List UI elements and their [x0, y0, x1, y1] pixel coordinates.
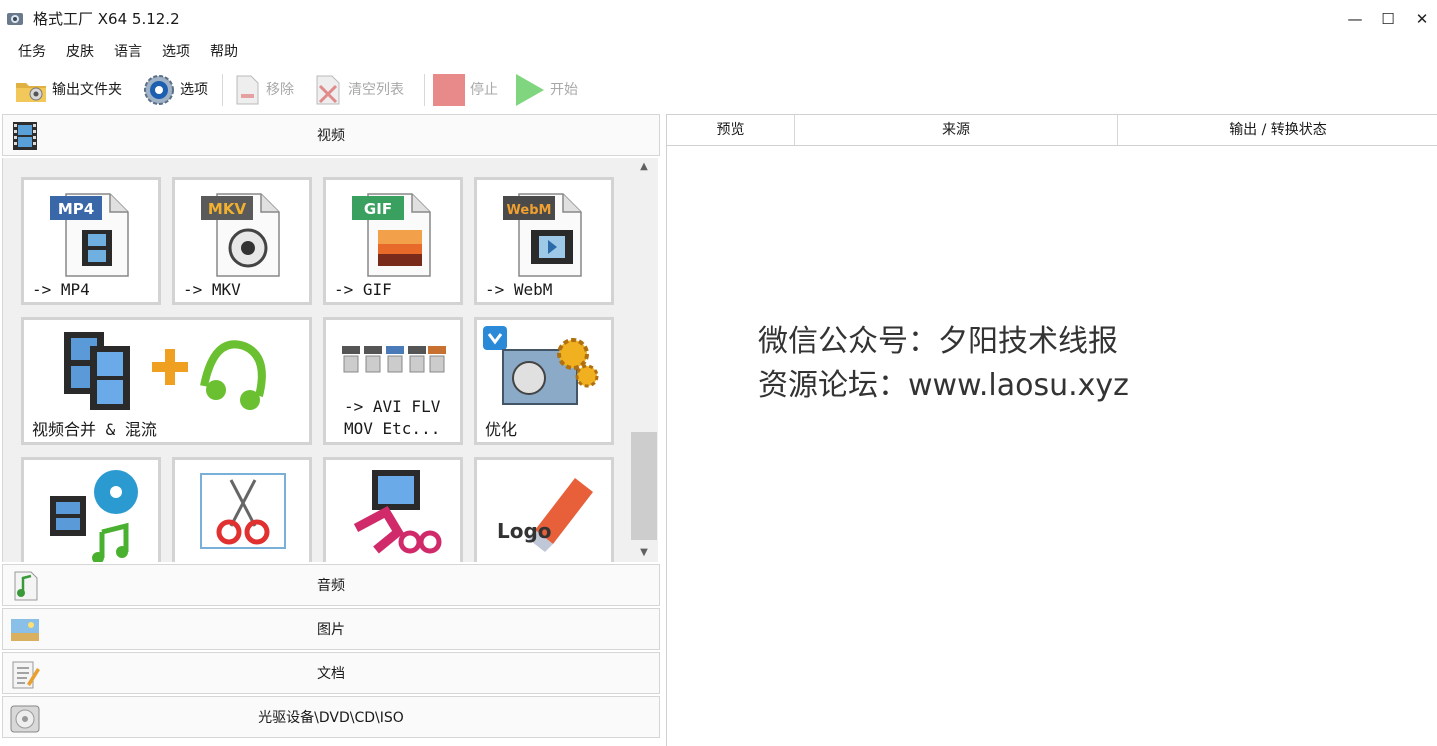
scissors-crop-icon [200, 473, 286, 549]
close-button[interactable]: ✕ [1407, 8, 1437, 30]
category-disc[interactable]: 光驱设备\DVD\CD\ISO [2, 696, 660, 738]
tile-remove-logo[interactable]: Logo [474, 457, 614, 562]
toolbar: 输出文件夹 选项 移除 清空列表 停止 开始 [0, 70, 660, 110]
gif-badge: GIF [364, 200, 392, 218]
tile-to-mp4-label: -> MP4 [32, 280, 90, 299]
category-image[interactable]: 图片 [2, 608, 660, 650]
eraser-logo-icon: Logo [497, 478, 593, 552]
scroll-thumb[interactable] [631, 432, 657, 540]
column-source[interactable]: 来源 [795, 115, 1118, 145]
logo-text: Logo [497, 519, 552, 543]
tile-to-other-formats[interactable]: -> AVI FLV MOV Etc... [323, 317, 463, 445]
stop-label: 停止 [470, 82, 498, 98]
webm-badge: WebM [507, 203, 552, 218]
webm-file-icon: WebM [503, 193, 582, 277]
gear-icon [144, 75, 174, 105]
category-image-label: 图片 [317, 622, 345, 638]
tile-to-mp4[interactable]: MP4 -> MP4 [21, 177, 161, 305]
menu-task[interactable]: 任务 [18, 40, 46, 64]
window-title: 格式工厂 X64 5.12.2 [33, 10, 180, 28]
clear-list-label: 清空列表 [348, 82, 404, 98]
scroll-up-arrow-icon[interactable]: ▲ [630, 158, 658, 176]
tile-to-webm[interactable]: WebM -> WebM [474, 177, 614, 305]
column-preview[interactable]: 预览 [667, 115, 795, 145]
category-audio[interactable]: 音频 [2, 564, 660, 606]
category-panel: 视频 MP4 -> MP4 MKV -> MKV GIF -> GIF WebM… [0, 114, 662, 746]
mp4-file-icon: MP4 [50, 193, 129, 277]
play-icon [516, 74, 544, 106]
task-list-panel: 预览 来源 输出 / 转换状态 微信公众号：夕阳技术线报 资源论坛：www.la… [666, 114, 1437, 746]
tile-video-merge-mux-label: 视频合并 & 混流 [32, 420, 157, 439]
remove-label: 移除 [266, 82, 294, 98]
stop-button[interactable]: 停止 [432, 72, 498, 108]
folder-icon [16, 83, 46, 102]
tile-to-mkv[interactable]: MKV -> MKV [172, 177, 312, 305]
menu-help[interactable]: 帮助 [210, 40, 238, 64]
start-button[interactable]: 开始 [514, 72, 578, 108]
options-label: 选项 [180, 82, 208, 98]
task-list-header: 预览 来源 输出 / 转换状态 [667, 114, 1437, 146]
tile-video-merge-mux[interactable]: 视频合并 & 混流 [21, 317, 312, 445]
film-reel-music-icon [50, 470, 138, 562]
watermark-line-1: 微信公众号：夕阳技术线报 [758, 324, 1118, 359]
tile-video-audio-split[interactable] [21, 457, 161, 562]
app-icon [7, 13, 23, 25]
category-document[interactable]: 文档 [2, 652, 660, 694]
maximize-button[interactable]: ☐ [1373, 8, 1403, 30]
mkv-file-icon: MKV [201, 193, 280, 277]
clear-list-button[interactable]: 清空列表 [312, 72, 404, 108]
stop-icon [433, 74, 465, 106]
category-document-label: 文档 [317, 666, 345, 682]
film-runner-scissors-icon [353, 470, 442, 554]
tile-to-gif[interactable]: GIF -> GIF [323, 177, 463, 305]
menu-language[interactable]: 语言 [114, 40, 142, 64]
tile-quick-clip[interactable] [323, 457, 463, 562]
watermark-line-2: 资源论坛：www.laosu.xyz [758, 368, 1129, 403]
optimize-gears-icon [483, 326, 599, 405]
title-bar: 格式工厂 X64 5.12.2 — ☐ ✕ [0, 0, 1437, 38]
remove-button[interactable]: 移除 [232, 72, 294, 108]
format-icons-row [342, 346, 446, 373]
tile-to-gif-label: -> GIF [334, 280, 392, 299]
tile-to-mkv-label: -> MKV [183, 280, 241, 299]
toolbar-separator [424, 74, 425, 106]
tile-optimize[interactable]: 优化 [474, 317, 614, 445]
tile-crop[interactable] [172, 457, 312, 562]
watermark-text: 微信公众号：夕阳技术线报 资源论坛：www.laosu.xyz [758, 320, 1129, 408]
tile-to-other-formats-label: -> AVI FLV MOV Etc... [344, 397, 441, 438]
options-button[interactable]: 选项 [142, 72, 208, 108]
scroll-down-arrow-icon[interactable]: ▼ [630, 544, 658, 562]
tile-optimize-label: 优化 [485, 420, 518, 439]
menu-skin[interactable]: 皮肤 [66, 40, 94, 64]
tile-to-webm-label: -> WebM [485, 280, 553, 299]
category-audio-label: 音频 [317, 578, 345, 594]
toolbar-separator [222, 74, 223, 106]
remove-document-icon [236, 75, 259, 105]
tile-scrollbar[interactable]: ▲ ▼ [630, 158, 658, 562]
menu-options[interactable]: 选项 [162, 40, 190, 64]
start-label: 开始 [550, 82, 578, 98]
category-video-label: 视频 [317, 128, 345, 144]
category-disc-label: 光驱设备\DVD\CD\ISO [258, 710, 404, 726]
mp4-badge: MP4 [58, 200, 94, 218]
minimize-button[interactable]: — [1340, 8, 1370, 30]
output-folder-label: 输出文件夹 [52, 82, 122, 98]
category-video[interactable]: 视频 [2, 114, 660, 156]
clear-list-icon [316, 75, 340, 105]
column-output-status[interactable]: 输出 / 转换状态 [1118, 115, 1437, 145]
mkv-badge: MKV [208, 200, 247, 218]
output-folder-button[interactable]: 输出文件夹 [14, 72, 122, 108]
merge-film-music-icon [64, 332, 266, 410]
gif-file-icon: GIF [352, 193, 431, 277]
video-tile-grid: MP4 -> MP4 MKV -> MKV GIF -> GIF WebM ->… [2, 158, 630, 562]
